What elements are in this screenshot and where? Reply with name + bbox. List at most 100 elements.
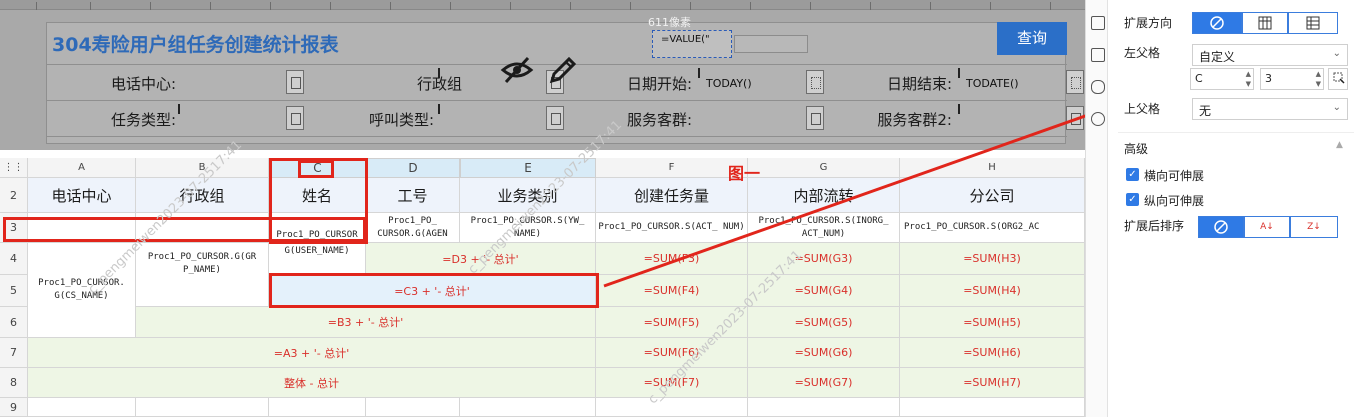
cell-f9[interactable] [596,398,748,417]
stepper-arrows-icon[interactable]: ▲ ▼ [1246,69,1251,89]
service-group2-picker-button[interactable] [1066,106,1084,130]
cell-g5[interactable]: =SUM(G4) [748,275,900,307]
cell-a9[interactable] [28,398,136,417]
date-end-value[interactable]: TODATE() [966,77,1019,90]
cell-f8[interactable]: =SUM(F7) [596,368,748,398]
cell-b4[interactable]: Proc1_PO_CURSOR.G(GR P_NAME) [136,243,269,307]
cell-h8[interactable]: =SUM(H7) [900,368,1085,398]
cell-c2[interactable]: 姓名 [269,178,366,213]
expand-vertical-button[interactable] [1242,12,1288,34]
widget-icon[interactable] [1091,48,1105,62]
select-all-corner[interactable]: ⋮⋮ [0,158,28,178]
column-header-a[interactable]: A [28,158,136,178]
sort-ascending-button[interactable]: A↓ [1244,216,1290,238]
cell-e9[interactable] [460,398,596,417]
value-formula-widget[interactable]: =VALUE(" [652,30,732,58]
cell-e2[interactable]: 业务类别 [460,178,596,213]
cell-g4[interactable]: =SUM(G3) [748,243,900,275]
column-header-g[interactable]: G [748,158,900,178]
stepper-arrows-icon[interactable]: ▲ ▼ [1316,69,1321,89]
cell-element-icon[interactable] [1091,16,1105,30]
cell-b2[interactable]: 行政组 [136,178,269,213]
sort-descending-button[interactable]: Z↓ [1290,216,1338,238]
row-header-3[interactable]: 3 [0,213,28,243]
row-header-7[interactable]: 7 [0,338,28,368]
sort-none-button[interactable] [1198,216,1244,238]
left-parent-row-input[interactable]: 3 ▲ ▼ [1260,68,1324,90]
cell-d3[interactable]: Proc1_PO_ CURSOR.G(AGEN [366,213,460,243]
cell-a7[interactable]: =A3 + '- 总计' [28,338,596,368]
column-header-f[interactable]: F [596,158,748,178]
link-icon[interactable] [1091,112,1105,126]
cell-g2[interactable]: 内部流转 [748,178,900,213]
column-header-c[interactable]: C [269,158,366,178]
cell-g7[interactable]: =SUM(G6) [748,338,900,368]
expand-none-button[interactable] [1192,12,1242,34]
cell-f6[interactable]: =SUM(F5) [596,307,748,338]
cell-g6[interactable]: =SUM(G5) [748,307,900,338]
cell-h9[interactable] [900,398,1085,417]
edit-pencil-icon[interactable] [548,55,578,85]
cell-g8[interactable]: =SUM(G7) [748,368,900,398]
cell-d9[interactable] [366,398,460,417]
cell-d4[interactable]: =D3 + '- 总计' [366,243,596,275]
cell-c4[interactable]: G(USER_NAME) [269,243,366,275]
layers-icon[interactable] [1091,80,1105,94]
date-start-calendar-icon[interactable] [806,70,824,94]
cell-f2[interactable]: 创建任务量 [596,178,748,213]
cell-h3[interactable]: Proc1_PO_CURSOR.S(ORG2_AC [900,213,1085,243]
task-type-picker-button[interactable] [286,106,304,130]
vertical-expand-icon [1258,16,1272,30]
cell-h6[interactable]: =SUM(H5) [900,307,1085,338]
query-button[interactable]: 查询 [997,22,1067,55]
cell-picker-button[interactable] [1328,68,1348,90]
service-group-picker-button[interactable] [806,106,824,130]
cell-h2[interactable]: 分公司 [900,178,1085,213]
cell-h5[interactable]: =SUM(H4) [900,275,1085,307]
cell-b6[interactable]: =B3 + '- 总计' [136,307,596,338]
cell-a4[interactable]: Proc1_PO_CURSOR. G(CS_NAME) [28,243,136,338]
date-end-calendar-icon[interactable] [1066,70,1084,94]
cell-b9[interactable] [136,398,269,417]
column-header-h[interactable]: H [900,158,1085,178]
cell-c3[interactable]: Proc1_PO_CURSOR [269,213,366,243]
cell-c5[interactable]: =C3 + '- 总计' [269,275,596,307]
cell-g9[interactable] [748,398,900,417]
cell-d2[interactable]: 工号 [366,178,460,213]
row-header-9[interactable]: 9 [0,398,28,417]
cell-a3[interactable] [28,213,136,243]
top-parent-select[interactable]: 无 ⌄ [1192,98,1348,120]
call-type-picker-button[interactable] [546,106,564,130]
value-widget-input[interactable] [734,35,808,53]
cell-f7[interactable]: =SUM(F6) [596,338,748,368]
cell-a2[interactable]: 电话中心 [28,178,136,213]
collapse-arrow-icon[interactable]: ▲ [1336,140,1343,150]
left-parent-select[interactable]: 自定义 ⌄ [1192,44,1348,66]
left-parent-column-input[interactable]: C ▲ ▼ [1190,68,1254,90]
cell-c9[interactable] [269,398,366,417]
row-header-2[interactable]: 2 [0,178,28,213]
row-header-8[interactable]: 8 [0,368,28,398]
call-center-picker-button[interactable] [286,70,304,94]
column-header-e[interactable]: E [460,158,596,178]
cell-h7[interactable]: =SUM(H6) [900,338,1085,368]
cell-e3[interactable]: Proc1_PO_CURSOR.S(YW_ NAME) [460,213,596,243]
column-header-b[interactable]: B [136,158,269,178]
column-header-d[interactable]: D [366,158,460,178]
cell-f3[interactable]: Proc1_PO_CURSOR.S(ACT_ NUM) [596,213,748,243]
vertical-expand-checkbox[interactable]: ✓ [1126,193,1139,206]
cell-f5[interactable]: =SUM(F4) [596,275,748,307]
expand-horizontal-button[interactable] [1288,12,1338,34]
cell-h4[interactable]: =SUM(H3) [900,243,1085,275]
date-start-value[interactable]: TODAY() [706,77,752,90]
cell-a8[interactable]: 整体 - 总计 [28,368,596,398]
cell-f4[interactable]: =SUM(F3) [596,243,748,275]
horizontal-expand-checkbox[interactable]: ✓ [1126,168,1139,181]
cell-b3[interactable] [136,213,269,243]
cell-g3[interactable]: Proc1_PO_CURSOR.S(INORG_ ACT_NUM) [748,213,900,243]
row-header-4[interactable]: 4 [0,243,28,275]
row-header-5[interactable]: 5 [0,275,28,307]
advanced-section-title[interactable]: 高级 [1124,140,1148,157]
row-header-6[interactable]: 6 [0,307,28,338]
hidden-eye-icon[interactable] [500,56,534,84]
